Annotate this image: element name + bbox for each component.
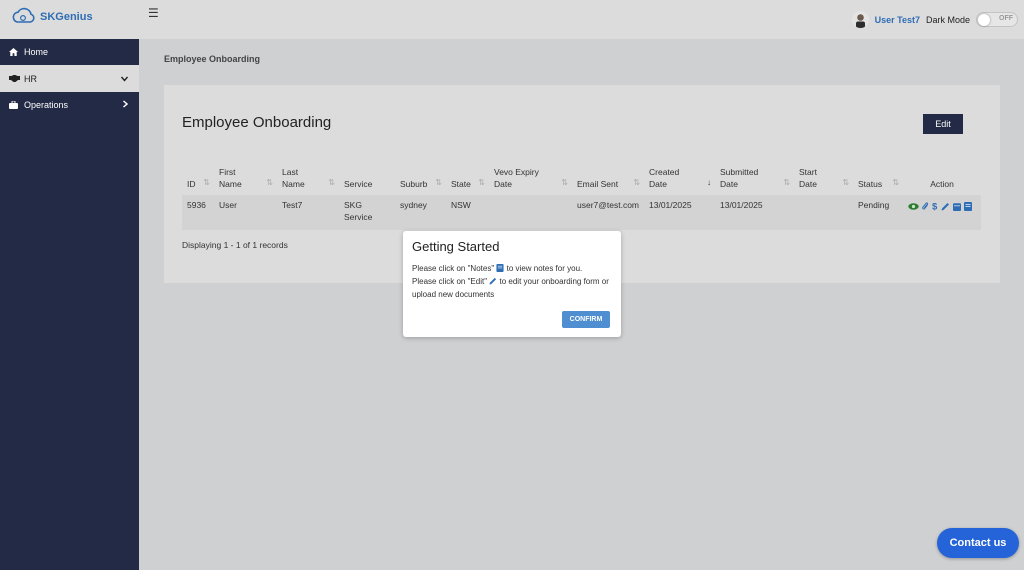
briefcase-icon (9, 101, 21, 109)
notes-book-icon[interactable] (964, 201, 973, 211)
cell-created-date: 13/01/2025 (644, 195, 716, 230)
breadcrumb: Employee Onboarding (164, 54, 261, 64)
chevron-right-icon (123, 100, 129, 110)
sidebar: Home HR Operations (0, 39, 139, 570)
onboarding-table: ID ⇅ First Name ⇅ Last Name ⇅ Service Subur… (182, 164, 981, 230)
sidebar-item-operations[interactable]: Operations (0, 92, 139, 118)
edit-pencil-icon (489, 277, 497, 289)
modal-line-1a: Please click on "Notes" (412, 264, 495, 273)
sidebar-item-home[interactable]: Home (0, 39, 139, 65)
column-header-last-name[interactable]: Last Name ⇅ (277, 164, 339, 195)
notes-book-icon (496, 264, 504, 276)
column-header-email-sent[interactable]: Email Sent ⇅ (572, 164, 644, 195)
column-header-status[interactable]: Status ⇅ (853, 164, 903, 195)
top-bar: SKGenius ☰ User Test7 Dark Mode OFF (0, 0, 1024, 39)
sidebar-item-hr[interactable]: HR (0, 65, 139, 92)
sidebar-item-label: Operations (24, 100, 69, 110)
sort-icon: ⇅ (783, 177, 791, 187)
sort-icon: ⇅ (435, 177, 442, 187)
sidebar-item-label: Home (24, 47, 49, 57)
edit-button[interactable]: Edit (923, 114, 963, 134)
cell-id: 5936 (182, 195, 214, 230)
sort-icon: ⇅ (561, 177, 568, 187)
cloud-logo-icon (11, 6, 35, 28)
cell-actions: $ (903, 195, 981, 230)
column-header-created-date[interactable]: Created Date ↓ (644, 164, 715, 195)
sort-icon: ⇅ (203, 177, 210, 187)
chevron-down-icon (120, 74, 129, 83)
confirm-button[interactable]: CONFIRM (562, 311, 610, 328)
view-eye-icon[interactable] (908, 202, 919, 210)
cell-last-name: Test7 (277, 195, 339, 230)
column-header-state[interactable]: State ⇅ (446, 164, 489, 195)
cell-email-sent: user7@test.com (572, 195, 645, 230)
edit-pencil-icon[interactable] (941, 202, 950, 211)
modal-body: Please click on "Notes" to view notes fo… (412, 263, 616, 301)
cell-status: Pending (853, 195, 904, 230)
cell-submitted-date: 13/01/2025 (715, 195, 795, 230)
handshake-icon (9, 75, 21, 82)
avatar[interactable] (851, 11, 869, 28)
cell-state: NSW (446, 195, 489, 230)
table-row[interactable]: 5936 User Test7 SKG Service sydney NSW u… (182, 195, 981, 230)
sort-icon: ⇅ (633, 177, 641, 187)
modal-title: Getting Started (412, 239, 500, 254)
column-header-submitted-date[interactable]: Submitted Date ⇅ (715, 164, 794, 195)
menu-toggle-icon[interactable]: ☰ (148, 6, 159, 20)
dark-mode-toggle[interactable]: OFF (976, 12, 1018, 27)
page-title: Employee Onboarding (182, 114, 332, 131)
toggle-text: OFF (999, 15, 1013, 22)
contact-us-button[interactable]: Contact us (937, 528, 1019, 558)
modal-line-1b: to view notes for you. (506, 264, 583, 273)
getting-started-modal: Getting Started Please click on "Notes" … (403, 231, 621, 337)
attachment-paperclip-icon[interactable] (922, 201, 929, 211)
column-header-suburb[interactable]: Suburb ⇅ (395, 164, 446, 195)
user-area: User Test7 Dark Mode OFF (851, 11, 1018, 28)
toggle-knob (978, 14, 990, 26)
user-name[interactable]: User Test7 (875, 15, 920, 25)
sort-icon: ⇅ (328, 177, 335, 187)
dollar-icon[interactable]: $ (932, 201, 938, 212)
cell-first-name: User (214, 195, 277, 230)
sort-icon: ⇅ (892, 177, 900, 187)
sidebar-item-label: HR (24, 73, 37, 84)
sort-icon: ⇅ (842, 177, 850, 187)
sort-desc-icon: ↓ (707, 177, 712, 187)
dark-mode-label: Dark Mode (925, 14, 970, 25)
records-count: Displaying 1 - 1 of 1 records (182, 240, 288, 250)
column-header-start-date[interactable]: Start Date ⇅ (794, 164, 853, 195)
sort-icon: ⇅ (266, 177, 273, 187)
cell-vevo-expiry (489, 195, 572, 230)
column-header-id[interactable]: ID ⇅ (182, 164, 214, 195)
column-header-first-name[interactable]: First Name ⇅ (214, 164, 277, 195)
cell-service: SKG Service (339, 195, 395, 230)
cell-suburb: sydney (395, 195, 446, 230)
home-icon (9, 48, 21, 56)
column-header-action: Action (930, 179, 954, 190)
sort-icon: ⇅ (478, 177, 485, 187)
cell-start-date (794, 195, 854, 230)
logo[interactable]: SKGenius (11, 6, 93, 28)
svg-text:$: $ (932, 202, 938, 212)
modal-line-2a: Please click on "Edit" (412, 277, 488, 286)
calendar-icon[interactable] (953, 202, 962, 211)
column-header-vevo-expiry[interactable]: Vevo Expiry Date ⇅ (489, 164, 572, 195)
brand-name: SKGenius (40, 11, 93, 23)
column-header-service[interactable]: Service (339, 164, 395, 195)
table-header-row: ID ⇅ First Name ⇅ Last Name ⇅ Service Subur… (182, 164, 981, 195)
